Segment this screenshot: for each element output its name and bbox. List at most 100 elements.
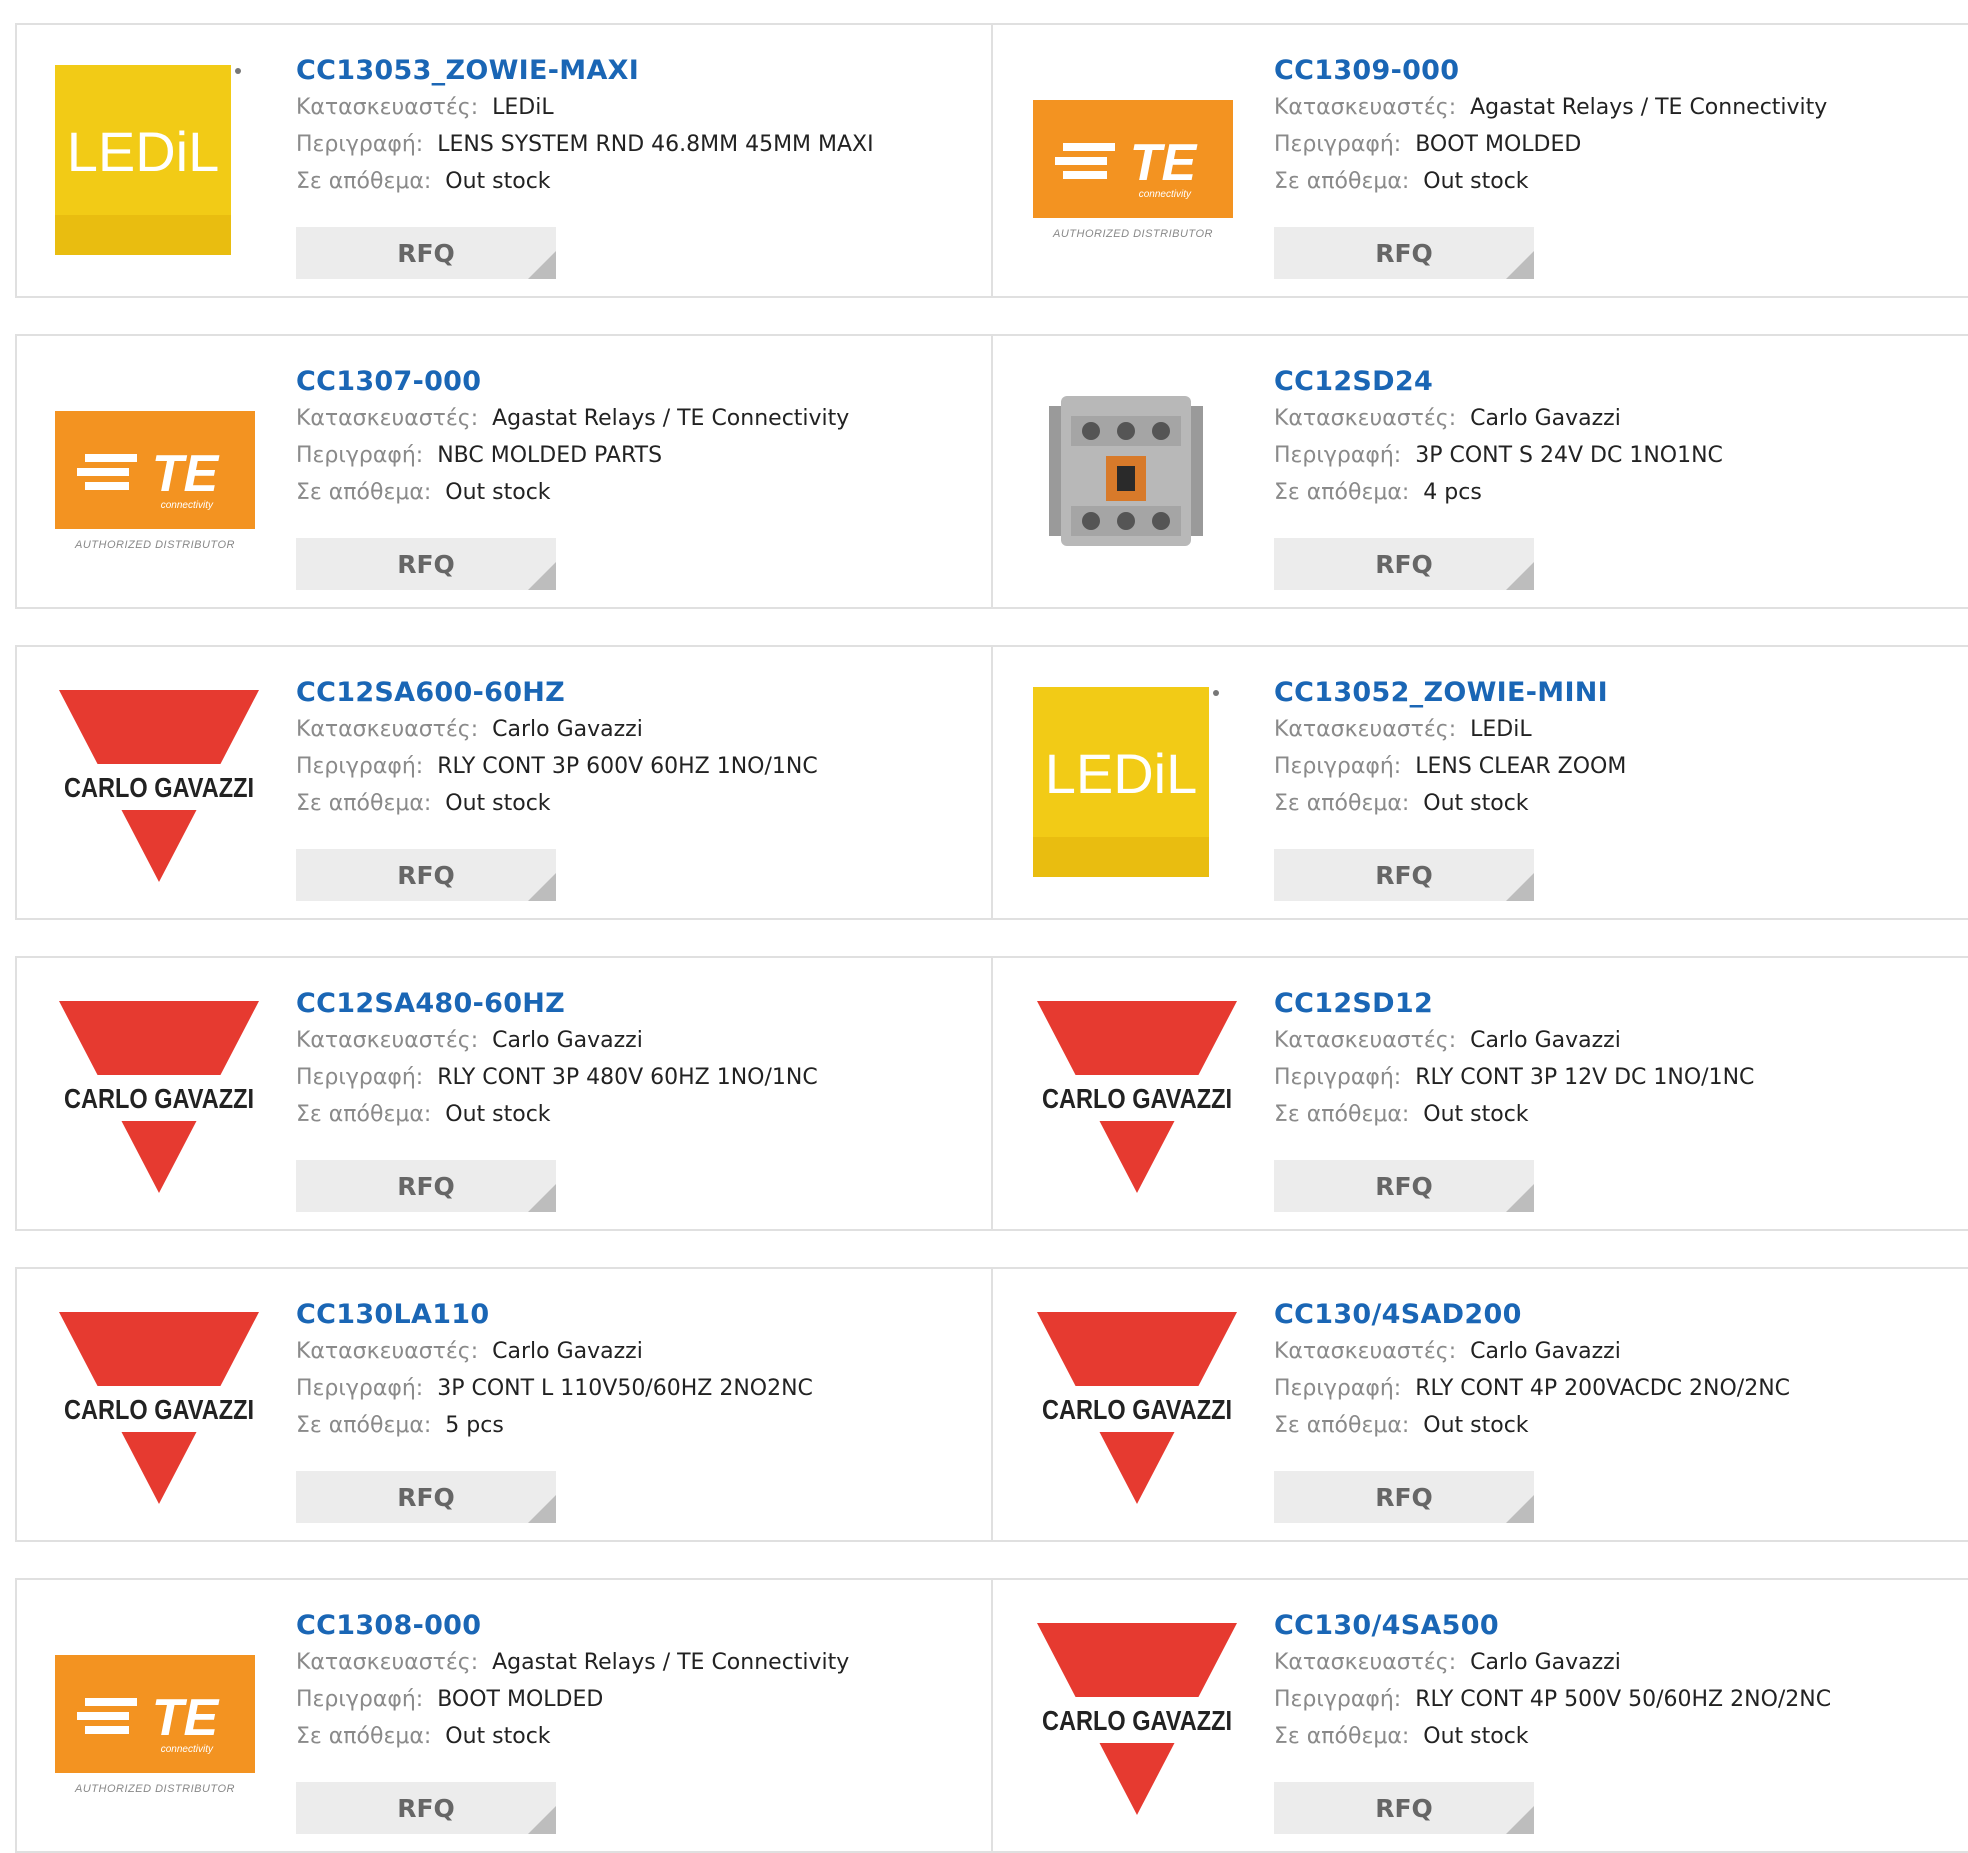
description-value: LENS CLEAR ZOOM <box>1415 754 1627 779</box>
rfq-label: RFQ <box>397 549 455 579</box>
product-row: TE connectivity AUTHORIZED DISTRIBUTOR CC1… <box>15 334 1968 609</box>
manufacturer-value: Carlo Gavazzi <box>1470 406 1621 431</box>
rfq-button[interactable]: RFQ <box>296 849 556 901</box>
stock-label: Σε απόθεμα: <box>296 1724 432 1749</box>
stock-value: Out stock <box>1423 1413 1529 1438</box>
stock-value: Out stock <box>445 791 551 816</box>
manufacturer-label: Κατασκευαστές: <box>296 1028 479 1053</box>
part-number-link[interactable]: CC1309-000 <box>1274 53 1827 89</box>
rfq-button[interactable]: RFQ <box>1274 849 1534 901</box>
stock-value: Out stock <box>445 1724 551 1749</box>
manufacturer-row: Κατασκευαστές: Carlo Gavazzi <box>1274 1644 1831 1681</box>
carlo-gavazzi-logo-image: CARLO GAVAZZI <box>59 690 259 882</box>
rfq-button[interactable]: RFQ <box>296 1782 556 1834</box>
rfq-button[interactable]: RFQ <box>1274 227 1534 279</box>
manufacturer-value: Carlo Gavazzi <box>1470 1028 1621 1053</box>
part-number-link[interactable]: CC12SD24 <box>1274 364 1723 400</box>
product-row: CARLO GAVAZZI CC130LA110 Κατασκευαστές: C… <box>15 1267 1968 1542</box>
description-row: Περιγραφή: LENS CLEAR ZOOM <box>1274 748 1626 785</box>
manufacturer-logo[interactable]: TE connectivity AUTHORIZED DISTRIBUTOR <box>55 1620 255 1810</box>
corner-triangle-icon <box>528 1184 556 1212</box>
manufacturer-logo[interactable]: LEDiL <box>1031 687 1221 877</box>
manufacturer-label: Κατασκευαστές: <box>1274 717 1457 742</box>
part-number-link[interactable]: CC130/4SAD200 <box>1274 1297 1790 1333</box>
part-number-link[interactable]: CC13053_ZOWIE-MAXI <box>296 53 874 89</box>
carlo-gavazzi-logo-image: CARLO GAVAZZI <box>1037 1001 1237 1193</box>
carlo-logo-text: CARLO GAVAZZI <box>1042 1705 1232 1736</box>
product-card: CARLO GAVAZZI CC130LA110 Κατασκευαστές: C… <box>15 1269 993 1540</box>
manufacturer-logo[interactable]: CARLO GAVAZZI <box>1037 1304 1237 1504</box>
manufacturer-logo[interactable]: CARLO GAVAZZI <box>59 1304 259 1504</box>
description-label: Περιγραφή: <box>296 132 424 157</box>
rfq-button[interactable]: RFQ <box>1274 1471 1534 1523</box>
rfq-button[interactable]: RFQ <box>1274 1782 1534 1834</box>
manufacturer-logo[interactable]: LEDiL <box>53 65 243 255</box>
manufacturer-label: Κατασκευαστές: <box>1274 95 1457 120</box>
manufacturer-logo[interactable]: CARLO GAVAZZI <box>59 682 259 882</box>
te-logo-subtext: connectivity <box>161 500 214 511</box>
part-number-link[interactable]: CC12SA480-60HZ <box>296 986 818 1022</box>
manufacturer-logo[interactable] <box>1031 376 1221 566</box>
rfq-button[interactable]: RFQ <box>1274 538 1534 590</box>
carlo-gavazzi-logo-image: CARLO GAVAZZI <box>1037 1312 1237 1504</box>
part-number-link[interactable]: CC13052_ZOWIE-MINI <box>1274 675 1626 711</box>
part-number-link[interactable]: CC1308-000 <box>296 1608 849 1644</box>
rfq-button[interactable]: RFQ <box>1274 1160 1534 1212</box>
carlo-gavazzi-logo-image: CARLO GAVAZZI <box>1037 1623 1237 1815</box>
rfq-button[interactable]: RFQ <box>296 538 556 590</box>
part-number-link[interactable]: CC12SA600-60HZ <box>296 675 818 711</box>
part-number-link[interactable]: CC130LA110 <box>296 1297 813 1333</box>
part-number-link[interactable]: CC12SD12 <box>1274 986 1754 1022</box>
carlo-logo-text: CARLO GAVAZZI <box>1042 1083 1232 1114</box>
manufacturer-label: Κατασκευαστές: <box>1274 1650 1457 1675</box>
stock-label: Σε απόθεμα: <box>1274 1413 1410 1438</box>
carlo-logo-text: CARLO GAVAZZI <box>64 772 254 803</box>
te-logo-image: TEconnectivity AUTHORIZED DISTRIBUTOR <box>55 411 255 551</box>
description-row: Περιγραφή: RLY CONT 3P 480V 60HZ 1NO/1NC <box>296 1059 818 1096</box>
description-label: Περιγραφή: <box>1274 1376 1402 1401</box>
te-logo-subtext: connectivity <box>1139 189 1192 200</box>
corner-triangle-icon <box>528 562 556 590</box>
rfq-button[interactable]: RFQ <box>296 227 556 279</box>
product-row: CARLO GAVAZZI CC12SA600-60HZ Κατασκευαστ… <box>15 645 1968 920</box>
description-row: Περιγραφή: LENS SYSTEM RND 46.8MM 45MM MA… <box>296 126 874 163</box>
stock-row: Σε απόθεμα: 5 pcs <box>296 1407 813 1444</box>
manufacturer-label: Κατασκευαστές: <box>296 406 479 431</box>
product-info: CC130/4SAD200 Κατασκευαστές: Carlo Gavazz… <box>1274 1297 1790 1444</box>
product-info: CC13052_ZOWIE-MINI Κατασκευαστές: LEDiL Π… <box>1274 675 1626 822</box>
description-label: Περιγραφή: <box>296 754 424 779</box>
corner-triangle-icon <box>528 251 556 279</box>
manufacturer-logo[interactable]: CARLO GAVAZZI <box>1037 1615 1237 1815</box>
manufacturer-value: LEDiL <box>492 95 554 120</box>
corner-triangle-icon <box>1506 1184 1534 1212</box>
manufacturer-value: Agastat Relays / TE Connectivity <box>492 1650 850 1675</box>
manufacturer-value: LEDiL <box>1470 717 1532 742</box>
carlo-logo-text: CARLO GAVAZZI <box>64 1083 254 1114</box>
manufacturer-row: Κατασκευαστές: Agastat Relays / TE Connec… <box>296 400 849 437</box>
corner-triangle-icon <box>528 1806 556 1834</box>
te-authorized-text: AUTHORIZED DISTRIBUTOR <box>1052 228 1213 240</box>
manufacturer-row: Κατασκευαστές: Carlo Gavazzi <box>1274 1022 1754 1059</box>
stock-label: Σε απόθεμα: <box>1274 1724 1410 1749</box>
part-number-link[interactable]: CC1307-000 <box>296 364 849 400</box>
manufacturer-row: Κατασκευαστές: Carlo Gavazzi <box>296 1333 813 1370</box>
manufacturer-logo[interactable]: TE connectivity AUTHORIZED DISTRIBUTOR <box>55 376 255 566</box>
part-number-link[interactable]: CC130/4SA500 <box>1274 1608 1831 1644</box>
stock-label: Σε απόθεμα: <box>296 1102 432 1127</box>
product-card: LEDiL CC13052_ZOWIE-MINI Κατασκευαστές: L… <box>993 647 1968 918</box>
manufacturer-logo[interactable]: CARLO GAVAZZI <box>59 993 259 1193</box>
manufacturer-logo[interactable]: CARLO GAVAZZI <box>1037 993 1237 1193</box>
rfq-button[interactable]: RFQ <box>296 1160 556 1212</box>
manufacturer-label: Κατασκευαστές: <box>296 1339 479 1364</box>
manufacturer-row: Κατασκευαστές: Carlo Gavazzi <box>1274 400 1723 437</box>
manufacturer-logo[interactable]: TE connectivity AUTHORIZED DISTRIBUTOR <box>1033 65 1233 255</box>
product-row: CARLO GAVAZZI CC12SA480-60HZ Κατασκευαστ… <box>15 956 1968 1231</box>
stock-value: Out stock <box>445 1102 551 1127</box>
manufacturer-row: Κατασκευαστές: LEDiL <box>296 89 874 126</box>
te-logo-subtext: connectivity <box>161 1744 214 1755</box>
stock-label: Σε απόθεμα: <box>1274 1102 1410 1127</box>
rfq-button[interactable]: RFQ <box>296 1471 556 1523</box>
product-card: CARLO GAVAZZI CC12SA600-60HZ Κατασκευαστ… <box>15 647 993 918</box>
description-label: Περιγραφή: <box>1274 443 1402 468</box>
product-card: CARLO GAVAZZI CC130/4SA500 Κατασκευαστές… <box>993 1580 1968 1851</box>
